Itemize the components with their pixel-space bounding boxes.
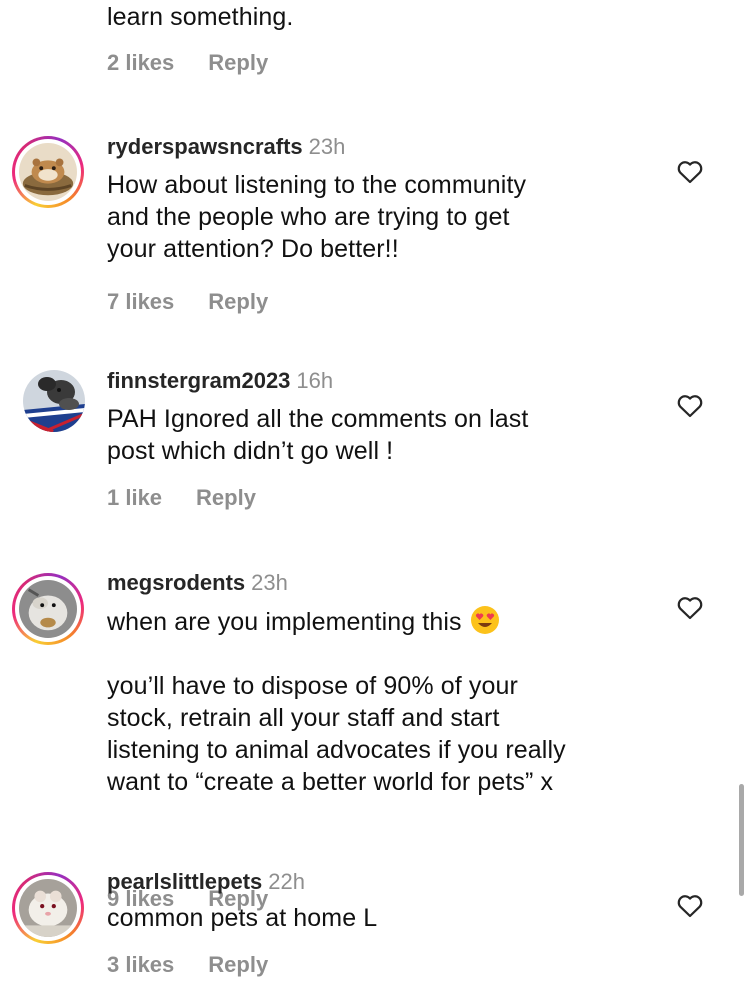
comment-meta: 3 likes Reply [107, 950, 667, 980]
comment-meta: 1 like Reply [107, 483, 667, 513]
comment-meta: 7 likes Reply [107, 287, 667, 317]
avatar[interactable] [12, 136, 84, 208]
comment-meta: 2 likes Reply [107, 48, 667, 78]
timestamp: 22h [268, 869, 305, 894]
avatar[interactable] [12, 573, 84, 645]
reply-button[interactable]: Reply [208, 289, 268, 315]
scrollbar[interactable] [739, 784, 744, 896]
comment-text: when are you implementing this you’ll ha… [107, 605, 667, 862]
heart-outline-icon[interactable] [677, 596, 703, 620]
username[interactable]: finnstergram2023 [107, 368, 290, 393]
heart-outline-icon[interactable] [677, 894, 703, 918]
comment-header: megsrodents 23h [107, 569, 667, 599]
comment-header: finnstergram2023 16h [107, 367, 667, 397]
reply-button[interactable]: Reply [208, 952, 268, 978]
timestamp: 16h [296, 368, 334, 393]
comment-text: learn something. [107, 3, 294, 31]
comment-text-continued: you’ll have to dispose of 90% of your st… [107, 672, 566, 796]
comment-text: common pets at home L [107, 904, 378, 932]
heart-eyes-emoji [470, 606, 499, 634]
avatar-image [19, 143, 77, 201]
likes-count[interactable]: 1 like [107, 485, 162, 511]
timestamp: 23h [308, 134, 346, 159]
avatar-image [19, 879, 77, 937]
avatar-image [23, 370, 85, 432]
heart-outline-icon[interactable] [677, 160, 703, 184]
comment-header: pearlslittlepets 22h [107, 868, 667, 898]
timestamp: 23h [251, 570, 288, 595]
avatar-image [19, 580, 77, 638]
heart-outline-icon[interactable] [677, 394, 703, 418]
username[interactable]: megsrodents [107, 570, 245, 595]
reply-button[interactable]: Reply [208, 50, 268, 76]
likes-count[interactable]: 2 likes [107, 50, 174, 76]
previous-comment-fragment: learn something. 2 likes Reply [107, 0, 667, 78]
comment-text: PAH Ignored all the comments on last pos… [107, 405, 529, 465]
username[interactable]: pearlslittlepets [107, 869, 262, 894]
comment-header: ryderspawsncrafts 23h [107, 133, 667, 163]
username[interactable]: ryderspawsncrafts [107, 134, 303, 159]
avatar[interactable] [12, 872, 84, 944]
comment-text-line: when are you implementing this [107, 608, 462, 636]
comment-text: How about listening to the community and… [107, 171, 527, 263]
likes-count[interactable]: 3 likes [107, 952, 174, 978]
avatar[interactable] [23, 370, 85, 432]
reply-button[interactable]: Reply [196, 485, 256, 511]
likes-count[interactable]: 7 likes [107, 289, 174, 315]
